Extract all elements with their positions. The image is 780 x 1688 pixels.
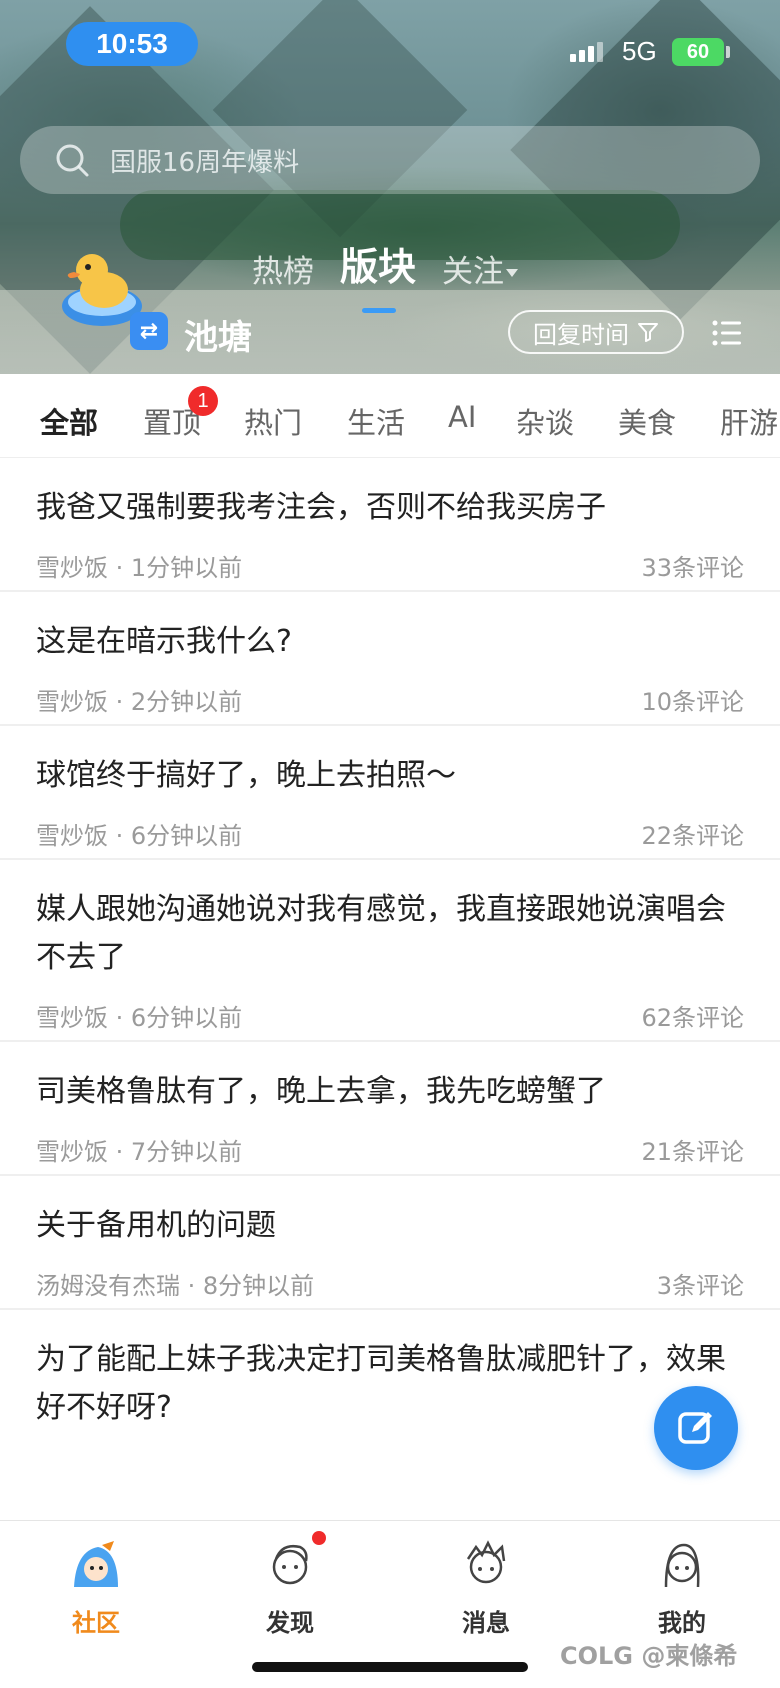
post-time: 6分钟以前 bbox=[130, 1004, 243, 1032]
switch-board-icon[interactable]: ⇄ bbox=[130, 312, 168, 350]
edit-icon bbox=[678, 1412, 712, 1444]
post-author: 汤姆没有杰瑞 bbox=[36, 1272, 180, 1300]
post-comment-count: 21条评论 bbox=[641, 1138, 744, 1166]
post-author-time: 雪炒饭 · 7分钟以前 bbox=[36, 1138, 243, 1166]
sort-filter-button[interactable]: 回复时间 bbox=[508, 310, 684, 354]
nav-discover[interactable]: 发现 bbox=[230, 1537, 350, 1638]
battery-cap bbox=[726, 46, 730, 58]
post-item[interactable]: 这是在暗示我什么? 雪炒饭 · 2分钟以前 10条评论 bbox=[0, 592, 780, 726]
post-author: 雪炒饭 bbox=[36, 1138, 108, 1166]
post-author-time: 雪炒饭 · 6分钟以前 bbox=[36, 822, 243, 850]
post-comment-count: 10条评论 bbox=[641, 688, 744, 716]
search-input[interactable]: 国服16周年爆料 bbox=[20, 126, 760, 194]
category-all[interactable]: 全部 bbox=[40, 400, 98, 442]
nav-label: 社区 bbox=[72, 1609, 120, 1637]
post-item[interactable]: 关于备用机的问题 汤姆没有杰瑞 · 8分钟以前 3条评论 bbox=[0, 1176, 780, 1310]
category-life[interactable]: 生活 bbox=[347, 400, 405, 442]
post-comment-count: 62条评论 bbox=[641, 1004, 744, 1032]
post-time: 7分钟以前 bbox=[130, 1138, 243, 1166]
nav-profile[interactable]: 我的 bbox=[622, 1537, 742, 1638]
notification-dot bbox=[312, 1531, 326, 1545]
category-hot[interactable]: 热门 bbox=[244, 400, 302, 442]
nav-label: 发现 bbox=[266, 1609, 314, 1637]
battery-level: 60 bbox=[686, 40, 710, 63]
tab-dropdown-icon bbox=[506, 269, 519, 277]
post-meta: 雪炒饭 · 1分钟以前 33条评论 bbox=[36, 548, 744, 590]
post-meta: 雪炒饭 · 6分钟以前 22条评论 bbox=[36, 816, 744, 858]
profile-icon bbox=[664, 1543, 700, 1588]
post-author-time: 汤姆没有杰瑞 · 8分钟以前 bbox=[36, 1272, 315, 1300]
post-time: 6分钟以前 bbox=[130, 822, 243, 850]
category-bar: 全部 置顶 热门 生活 AI 杂谈 美食 肝游 bbox=[0, 374, 780, 458]
post-title: 这是在暗示我什么? bbox=[36, 624, 292, 659]
messages-icon bbox=[466, 1540, 506, 1584]
compose-post-button[interactable] bbox=[654, 1386, 738, 1470]
post-comment-count: 22条评论 bbox=[641, 822, 744, 850]
nav-messages[interactable]: 消息 bbox=[426, 1537, 546, 1638]
nav-label: 消息 bbox=[462, 1609, 510, 1637]
post-title: 球馆终于搞好了，晚上去拍照～ bbox=[36, 758, 456, 793]
post-author: 雪炒饭 bbox=[36, 1004, 108, 1032]
post-item[interactable]: 我爸又强制要我考注会，否则不给我买房子 雪炒饭 · 1分钟以前 33条评论 bbox=[0, 458, 780, 592]
battery-icon: 60 bbox=[672, 38, 724, 66]
post-title: 我爸又强制要我考注会，否则不给我买房子 bbox=[36, 490, 606, 525]
post-list: 我爸又强制要我考注会，否则不给我买房子 雪炒饭 · 1分钟以前 33条评论 这是… bbox=[0, 458, 780, 1432]
post-time: 2分钟以前 bbox=[130, 688, 243, 716]
post-meta: 雪炒饭 · 6分钟以前 62条评论 bbox=[36, 998, 744, 1040]
post-time: 8分钟以前 bbox=[202, 1272, 315, 1300]
sort-filter-label: 回复时间 bbox=[533, 320, 629, 349]
post-item[interactable]: 球馆终于搞好了，晚上去拍照～ 雪炒饭 · 6分钟以前 22条评论 bbox=[0, 726, 780, 860]
post-title: 为了能配上妹子我决定打司美格鲁肽减肥针了，效果好不好呀? bbox=[36, 1342, 726, 1425]
post-title: 司美格鲁肽有了，晚上去拿，我先吃螃蟹了 bbox=[36, 1074, 606, 1109]
post-author-time: 雪炒饭 · 6分钟以前 bbox=[36, 1004, 243, 1032]
home-indicator[interactable] bbox=[252, 1662, 528, 1672]
list-menu-icon[interactable] bbox=[712, 318, 742, 348]
pinned-count-badge: 1 bbox=[188, 386, 218, 416]
discover-icon bbox=[272, 1545, 308, 1585]
category-ai[interactable]: AI bbox=[448, 400, 476, 434]
category-games[interactable]: 肝游 bbox=[720, 400, 778, 442]
tab-following[interactable]: 关注 bbox=[442, 246, 504, 291]
post-title: 媒人跟她沟通她说对我有感觉，我直接跟她说演唱会不去了 bbox=[36, 892, 726, 975]
network-type: 5G bbox=[622, 36, 657, 66]
post-comment-count: 3条评论 bbox=[656, 1272, 744, 1300]
post-author-time: 雪炒饭 · 2分钟以前 bbox=[36, 688, 243, 716]
post-comment-count: 33条评论 bbox=[641, 554, 744, 582]
signal-icon bbox=[570, 42, 603, 62]
search-placeholder: 国服16周年爆料 bbox=[110, 147, 300, 178]
post-item[interactable]: 媒人跟她沟通她说对我有感觉，我直接跟她说演唱会不去了 雪炒饭 · 6分钟以前 6… bbox=[0, 860, 780, 1042]
top-tabs: 热榜 版块 关注 bbox=[252, 236, 519, 313]
post-meta: 雪炒饭 · 7分钟以前 21条评论 bbox=[36, 1132, 744, 1174]
category-chat[interactable]: 杂谈 bbox=[516, 400, 574, 442]
filter-icon bbox=[638, 323, 658, 342]
post-meta: 雪炒饭 · 2分钟以前 10条评论 bbox=[36, 682, 744, 724]
community-icon bbox=[74, 1541, 118, 1587]
tab-hot-list[interactable]: 热榜 bbox=[252, 246, 314, 291]
category-food[interactable]: 美食 bbox=[618, 400, 676, 442]
tab-boards[interactable]: 版块 bbox=[340, 236, 416, 313]
post-time: 1分钟以前 bbox=[130, 554, 243, 582]
search-icon bbox=[56, 144, 89, 177]
nav-label: 我的 bbox=[658, 1609, 706, 1637]
post-author: 雪炒饭 bbox=[36, 822, 108, 850]
post-meta: 汤姆没有杰瑞 · 8分钟以前 3条评论 bbox=[36, 1266, 744, 1308]
post-author: 雪炒饭 bbox=[36, 554, 108, 582]
board-name[interactable]: 池塘 bbox=[184, 310, 252, 359]
watermark: COLG @柬條希 bbox=[560, 1642, 738, 1670]
nav-community[interactable]: 社区 bbox=[36, 1537, 156, 1638]
post-title: 关于备用机的问题 bbox=[36, 1208, 276, 1243]
post-author: 雪炒饭 bbox=[36, 688, 108, 716]
status-time: 10:53 bbox=[66, 22, 198, 66]
post-item[interactable]: 司美格鲁肽有了，晚上去拿，我先吃螃蟹了 雪炒饭 · 7分钟以前 21条评论 bbox=[0, 1042, 780, 1176]
post-author-time: 雪炒饭 · 1分钟以前 bbox=[36, 554, 243, 582]
